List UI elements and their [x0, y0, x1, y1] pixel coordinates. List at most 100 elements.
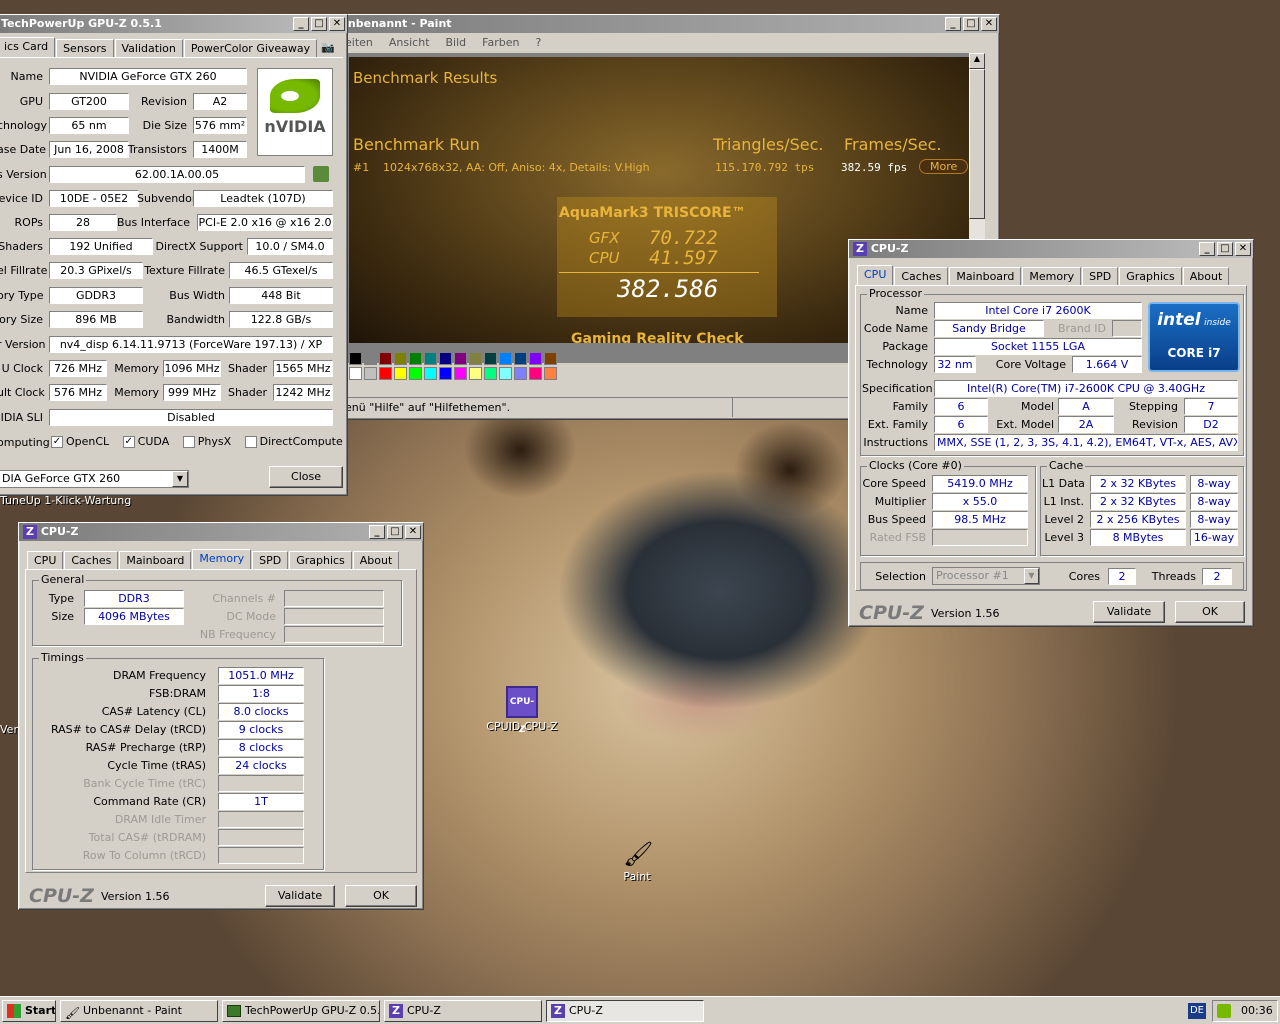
menu-edit[interactable]: eiten [345, 36, 373, 49]
tab-mainboard[interactable]: Mainboard [119, 551, 192, 569]
close-button[interactable]: ✕ [981, 17, 997, 31]
palette-swatch[interactable] [379, 352, 392, 365]
cpuz-cpu-panel: Processor Name Intel Core i7 2600K Code … [855, 285, 1247, 591]
opencl-checkbox[interactable]: ✓ [51, 436, 63, 448]
tab-spd[interactable]: SPD [1082, 267, 1119, 285]
palette-swatch[interactable] [379, 367, 392, 380]
taskbar-item-gpuz[interactable]: TechPowerUp GPU-Z 0.5.1 [222, 1000, 380, 1022]
palette-swatch[interactable] [544, 367, 557, 380]
palette-swatch[interactable] [469, 367, 482, 380]
palette-swatch[interactable] [469, 352, 482, 365]
maximize-button[interactable]: □ [311, 17, 327, 31]
gpuz-titlebar[interactable]: TechPowerUp GPU-Z 0.5.1 _ □ ✕ [0, 15, 347, 33]
palette-swatch[interactable] [349, 367, 362, 380]
tab-about[interactable]: About [1182, 267, 1230, 285]
tab-spd[interactable]: SPD [252, 551, 289, 569]
close-button[interactable]: ✕ [405, 525, 421, 539]
palette-swatch[interactable] [394, 352, 407, 365]
tab-giveaway[interactable]: PowerColor Giveaway [183, 39, 318, 57]
palette-swatch[interactable] [454, 352, 467, 365]
maximize-button[interactable]: □ [1217, 242, 1233, 256]
tab-graphics-card[interactable]: ics Card [0, 37, 56, 57]
bench-more-button[interactable]: More [919, 159, 969, 174]
gpu-select-dropdown[interactable]: DIA GeForce GTX 260 ▼ [0, 470, 189, 488]
validate-button[interactable]: Validate [265, 885, 335, 907]
palette-swatch[interactable] [424, 352, 437, 365]
palette-swatch[interactable] [499, 367, 512, 380]
physx-label: PhysX [197, 435, 232, 448]
language-indicator[interactable]: DE [1188, 1003, 1206, 1019]
directcompute-checkbox[interactable] [244, 436, 257, 448]
palette-swatch[interactable] [529, 367, 542, 380]
palette-swatch[interactable] [514, 352, 527, 365]
scroll-thumb[interactable] [969, 69, 985, 219]
minimize-button[interactable]: _ [945, 17, 961, 31]
taskbar-item-cpuz-2[interactable]: Z CPU-Z [546, 1000, 704, 1022]
palette-swatch[interactable] [439, 367, 452, 380]
cpuz-cpu-titlebar[interactable]: Z CPU-Z _ □ ✕ [849, 240, 1253, 258]
palette-swatch[interactable] [484, 352, 497, 365]
camera-icon[interactable]: 📷 [321, 41, 335, 54]
taskbar-item-cpuz-1[interactable]: Z CPU-Z [384, 1000, 542, 1022]
tab-validation[interactable]: Validation [114, 39, 183, 57]
scroll-up-arrow[interactable]: ▲ [969, 53, 985, 69]
close-button[interactable]: ✕ [329, 17, 345, 31]
palette-swatch[interactable] [454, 367, 467, 380]
chevron-down-icon[interactable]: ▼ [172, 471, 188, 487]
minimize-button[interactable]: _ [293, 17, 309, 31]
desktop-icon-cpuz[interactable]: CPU-Z CPUID CPU-Z [486, 686, 558, 735]
taskbar-item-paint[interactable]: 🖌 Unbenannt - Paint [60, 1000, 218, 1022]
memory-size-label: ory Size [0, 313, 43, 326]
menu-image[interactable]: Bild [446, 36, 467, 49]
tab-memory[interactable]: Memory [192, 549, 252, 569]
palette-swatch[interactable] [424, 367, 437, 380]
palette-swatch[interactable] [364, 352, 377, 365]
ok-button[interactable]: OK [345, 885, 417, 907]
tab-caches[interactable]: Caches [894, 267, 949, 285]
palette-swatch[interactable] [499, 352, 512, 365]
menu-colors[interactable]: Farben [482, 36, 519, 49]
tab-about[interactable]: About [352, 551, 400, 569]
start-button[interactable]: Start [2, 1000, 56, 1022]
palette-swatch[interactable] [439, 352, 452, 365]
minimize-button[interactable]: _ [369, 525, 385, 539]
palette-swatch[interactable] [544, 352, 557, 365]
tab-sensors[interactable]: Sensors [56, 39, 114, 57]
nvidia-tray-icon[interactable] [1217, 1004, 1231, 1018]
palette-swatch[interactable] [364, 367, 377, 380]
menu-view[interactable]: Ansicht [389, 36, 430, 49]
menu-help[interactable]: ? [535, 36, 541, 49]
cuda-checkbox[interactable]: ✓ [122, 436, 135, 448]
tab-cpu[interactable]: CPU [27, 551, 64, 569]
maximize-button[interactable]: □ [387, 525, 403, 539]
bios-save-icon[interactable] [313, 166, 329, 182]
paint-titlebar[interactable]: Unbenannt - Paint _ □ ✕ [331, 15, 999, 33]
maximize-button[interactable]: □ [963, 17, 979, 31]
tab-graphics[interactable]: Graphics [289, 551, 352, 569]
palette-swatch[interactable] [484, 367, 497, 380]
paint-vscrollbar[interactable]: ▲ [969, 53, 985, 239]
cpuz-memory-titlebar[interactable]: Z CPU-Z _ □ ✕ [19, 523, 423, 541]
palette-swatch[interactable] [514, 367, 527, 380]
clock[interactable]: 00:36 [1241, 1004, 1273, 1017]
processor-select[interactable]: Processor #1 ▼ [932, 567, 1040, 585]
gpuz-close-button[interactable]: Close [269, 466, 343, 488]
tab-mainboard[interactable]: Mainboard [949, 267, 1022, 285]
palette-swatch[interactable] [394, 367, 407, 380]
close-button[interactable]: ✕ [1235, 242, 1251, 256]
palette-swatch[interactable] [529, 352, 542, 365]
tab-graphics[interactable]: Graphics [1119, 267, 1182, 285]
palette-swatch[interactable] [409, 367, 422, 380]
desktop-icon-paint[interactable]: 🖌 Paint [610, 838, 664, 883]
chevron-down-icon[interactable]: ▼ [1024, 568, 1039, 584]
tab-caches[interactable]: Caches [64, 551, 119, 569]
minimize-button[interactable]: _ [1199, 242, 1215, 256]
tab-memory[interactable]: Memory [1022, 267, 1082, 285]
palette-swatch[interactable] [349, 352, 362, 365]
physx-checkbox[interactable] [182, 436, 195, 448]
ext-model-label: Ext. Model [996, 418, 1054, 431]
tab-cpu[interactable]: CPU [857, 265, 894, 285]
ok-button[interactable]: OK [1175, 601, 1245, 623]
validate-button[interactable]: Validate [1093, 601, 1165, 623]
palette-swatch[interactable] [409, 352, 422, 365]
